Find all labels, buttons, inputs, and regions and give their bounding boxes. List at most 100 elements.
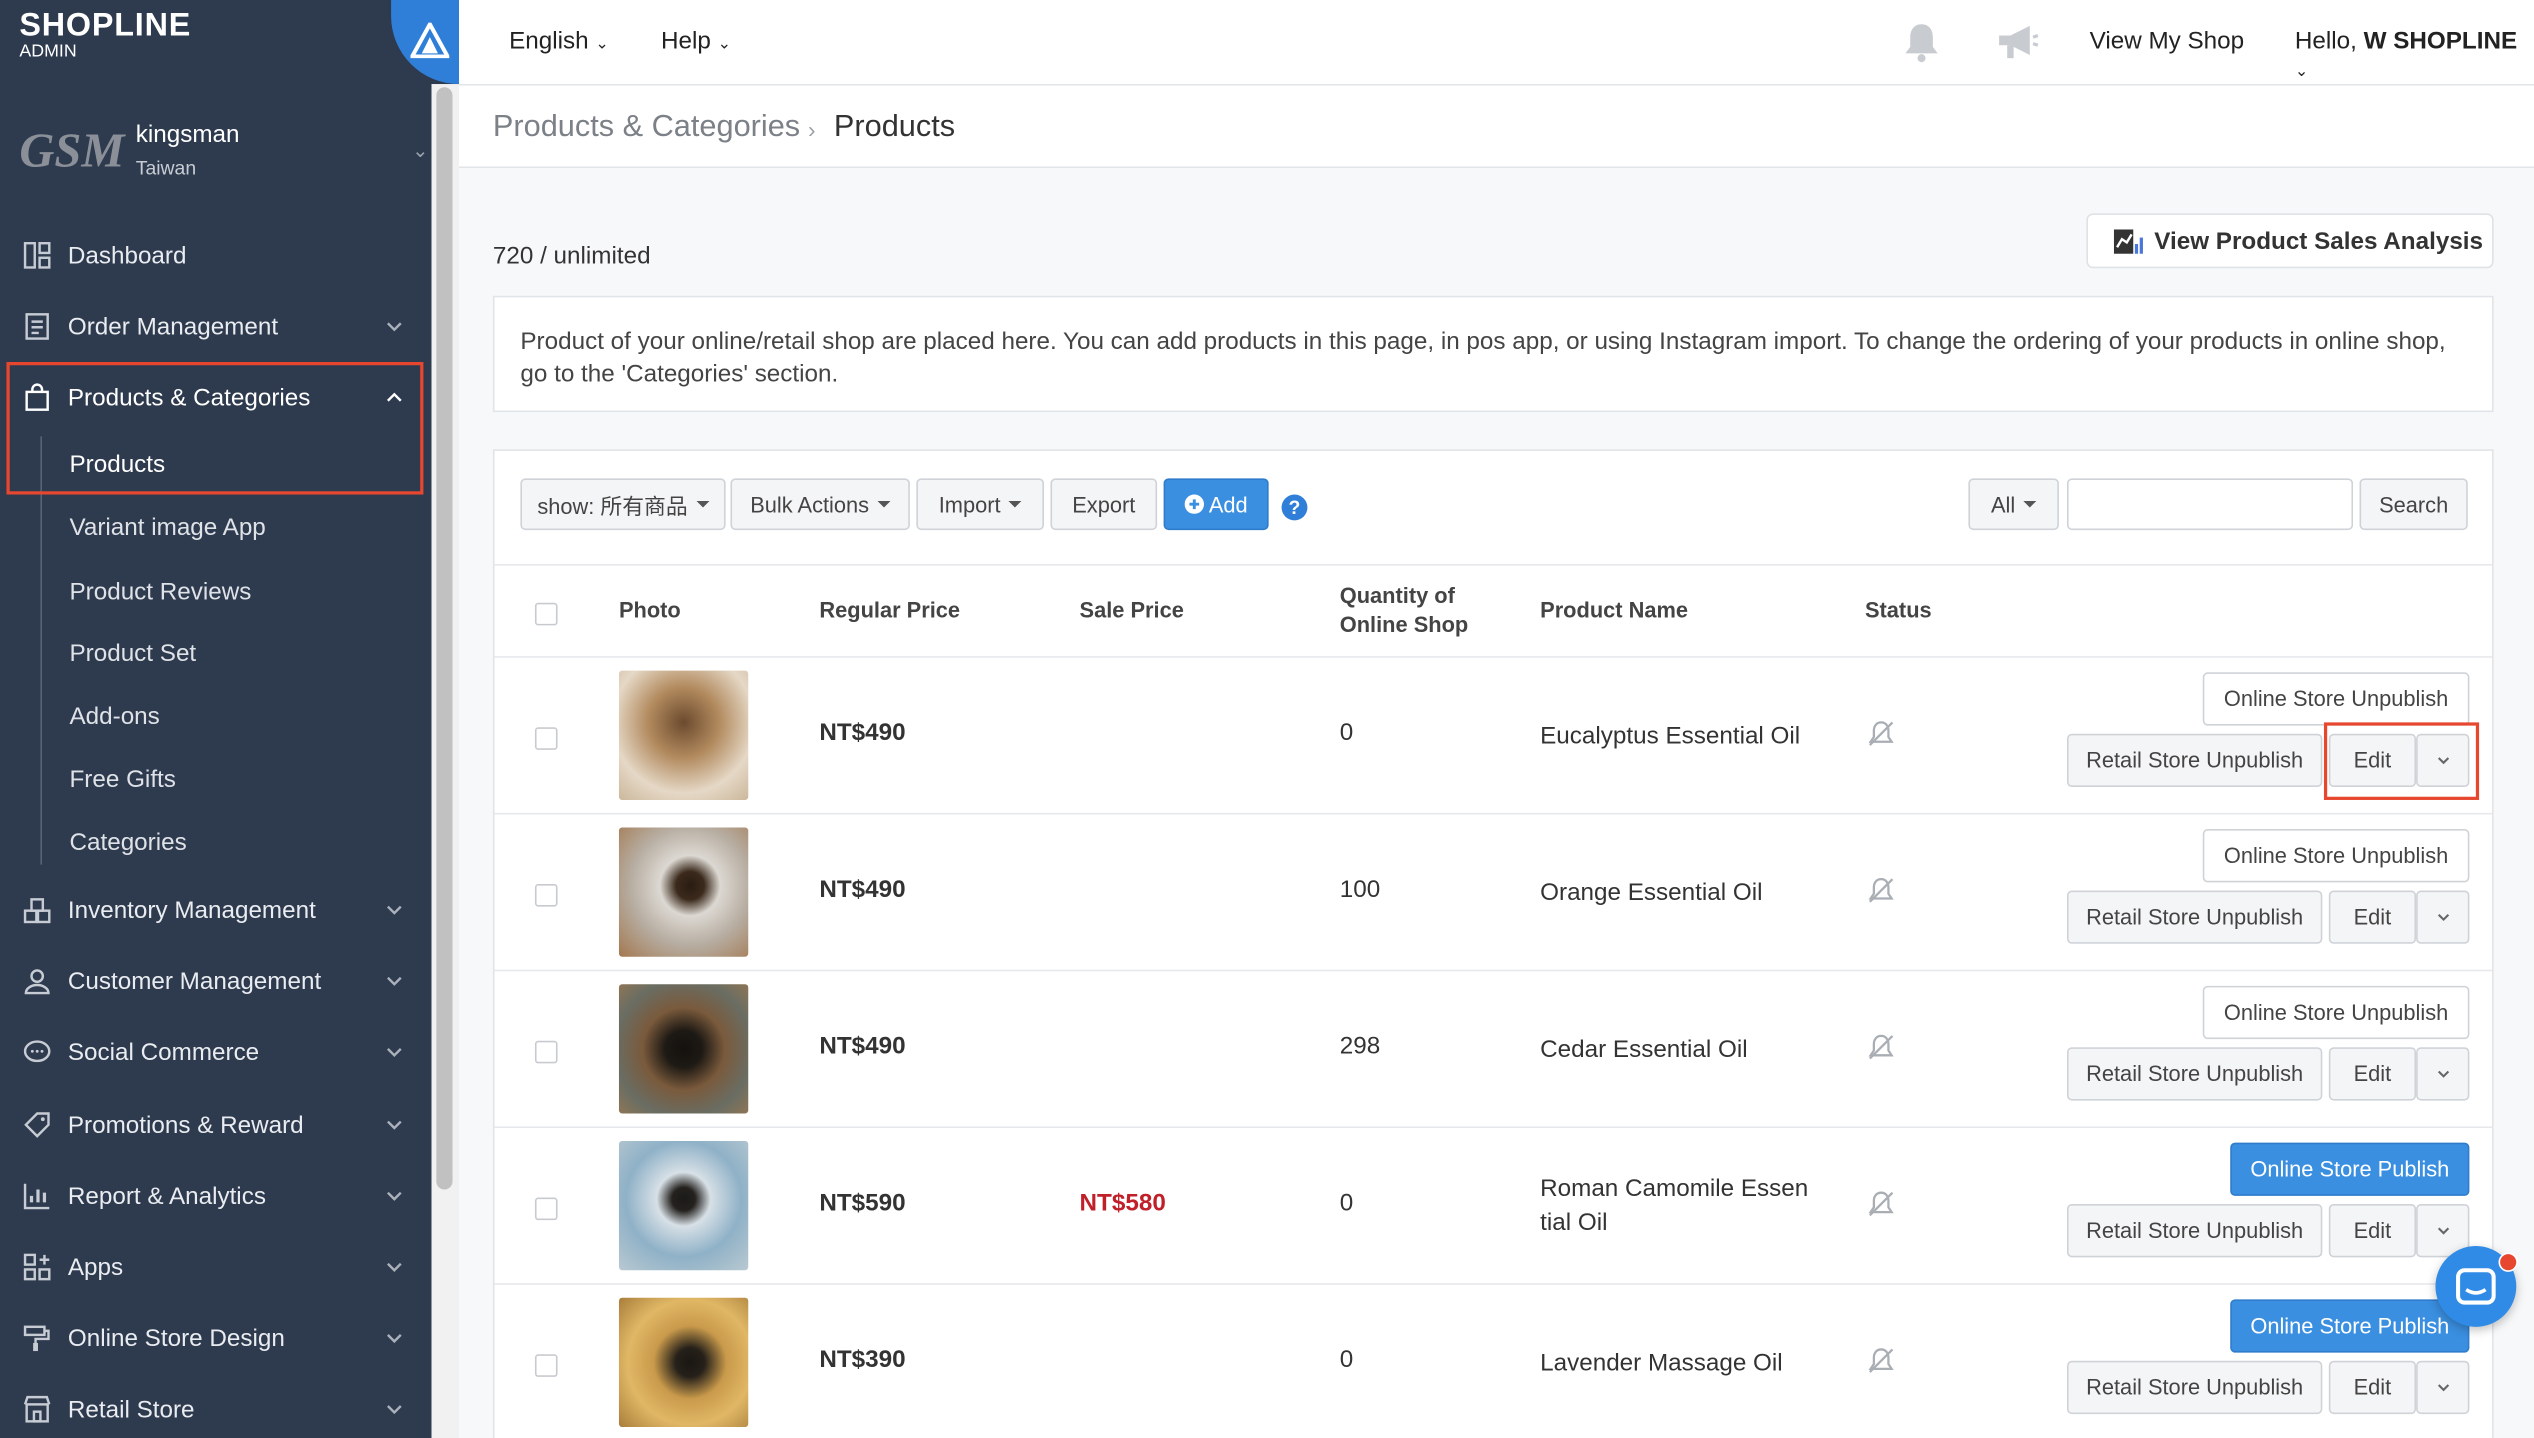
sidebar-item-promotions-reward[interactable]: Promotions & Reward: [0, 1092, 431, 1157]
sidebar-item-report-analytics[interactable]: Report & Analytics: [0, 1164, 431, 1229]
sidebar-subitem-add-ons[interactable]: Add-ons: [69, 703, 159, 730]
product-photo[interactable]: [618, 1140, 749, 1271]
help-dropdown[interactable]: Help ⌄: [661, 27, 731, 54]
sidebar-item-customer-management[interactable]: Customer Management: [0, 949, 431, 1014]
sidebar-item-social-commerce[interactable]: Social Commerce: [0, 1020, 431, 1085]
product-name[interactable]: Roman Camomile Essen tial Oil: [1540, 1172, 1823, 1240]
retail-store-unpublish-button[interactable]: Retail Store Unpublish: [2066, 1203, 2323, 1258]
column-quantity-line2: Online Shop: [1339, 612, 1469, 637]
retail-store-unpublish-button[interactable]: Retail Store Unpublish: [2066, 733, 2323, 788]
sidebar-item-online-store-design[interactable]: Online Store Design: [0, 1306, 431, 1371]
search-scope-dropdown[interactable]: All: [1968, 478, 2059, 531]
account-region: Taiwan: [135, 156, 197, 180]
sidebar-item-label: Dashboard: [67, 241, 187, 270]
row-checkbox[interactable]: [534, 727, 558, 750]
online-store-unpublish-button[interactable]: Online Store Unpublish: [2202, 672, 2470, 726]
breadcrumb-parent[interactable]: Products & Categories: [493, 110, 800, 146]
export-button[interactable]: Export: [1050, 478, 1158, 531]
user-menu[interactable]: Hello, W SHOPLINE ⌄: [2295, 27, 2534, 82]
add-product-button[interactable]: Add: [1163, 478, 1269, 531]
online-store-publish-button[interactable]: Online Store Publish: [2230, 1142, 2470, 1196]
product-photo[interactable]: [618, 984, 749, 1114]
sidebar-scrollbar-thumb[interactable]: [436, 87, 453, 1190]
edit-button[interactable]: Edit: [2328, 1203, 2417, 1258]
product-photo[interactable]: [618, 827, 749, 957]
edit-options-dropdown[interactable]: [2416, 1047, 2470, 1101]
table-header: Photo Regular Price Sale Price Quantity …: [494, 564, 2493, 658]
column-photo: Photo: [618, 597, 681, 623]
view-sales-analysis-label: View Product Sales Analysis: [2154, 227, 2484, 256]
chevron-down-icon[interactable]: ⌄: [412, 139, 428, 162]
view-my-shop-link[interactable]: View My Shop: [2090, 27, 2245, 54]
sidebar-subitem-product-set[interactable]: Product Set: [69, 640, 196, 667]
edit-button[interactable]: Edit: [2328, 890, 2417, 944]
row-checkbox[interactable]: [534, 1197, 558, 1221]
online-store-unpublish-button[interactable]: Online Store Unpublish: [2202, 829, 2470, 883]
sidebar-item-retail-store[interactable]: Retail Store: [0, 1377, 431, 1438]
row-checkbox[interactable]: [534, 884, 558, 907]
sidebar-item-dashboard[interactable]: Dashboard: [0, 223, 431, 288]
show-filter-dropdown[interactable]: show: 所有商品: [520, 478, 726, 531]
page-title: Products: [833, 109, 956, 144]
row-checkbox[interactable]: [534, 1040, 558, 1064]
sidebar-subitem-free-gifts[interactable]: Free Gifts: [69, 766, 175, 793]
product-photo[interactable]: [618, 670, 749, 800]
select-all-checkbox[interactable]: [534, 602, 558, 626]
product-name[interactable]: Lavender Massage Oil: [1540, 1346, 1823, 1380]
retail-store-action-label: Retail Store Unpublish: [2086, 748, 2304, 773]
collapse-sidebar-button[interactable]: [391, 0, 459, 85]
sidebar-item-inventory-management[interactable]: Inventory Management: [0, 878, 431, 943]
online-store-publish-button[interactable]: Online Store Publish: [2230, 1299, 2470, 1353]
edit-options-dropdown[interactable]: [2416, 890, 2470, 944]
sidebar-item-apps[interactable]: Apps: [0, 1235, 431, 1300]
row-checkbox[interactable]: [534, 1354, 558, 1377]
chevron-down-icon: [387, 1120, 402, 1130]
brand-header[interactable]: SHOPLINE ADMIN: [0, 0, 459, 85]
main-content: 720 / unlimited View Product Sales Analy…: [458, 168, 2534, 1438]
retail-store-unpublish-button[interactable]: Retail Store Unpublish: [2066, 890, 2323, 944]
help-label: Help: [660, 27, 711, 55]
table-row: NT$590 NT$580 0 Roman Camomile Essen tia…: [494, 1126, 2493, 1285]
search-input[interactable]: [2066, 478, 2354, 531]
edit-button[interactable]: Edit: [2328, 1360, 2417, 1415]
chevron-down-icon: [2437, 1069, 2449, 1078]
help-icon[interactable]: ?: [1281, 494, 1308, 521]
edit-label: Edit: [2353, 1375, 2392, 1400]
sidebar-item-label: Promotions & Reward: [67, 1111, 304, 1139]
sidebar-subitem-categories[interactable]: Categories: [69, 829, 186, 856]
language-dropdown[interactable]: English ⌄: [509, 27, 609, 54]
sidebar: GSM kingsman Taiwan ⌄ Dashboard Order Ma…: [0, 0, 432, 1438]
bell-icon[interactable]: [1902, 21, 1941, 63]
import-dropdown[interactable]: Import: [916, 478, 1045, 531]
online-store-unpublish-button[interactable]: Online Store Unpublish: [2202, 985, 2470, 1040]
submenu-guide-line: [40, 436, 43, 865]
sidebar-subitem-product-reviews[interactable]: Product Reviews: [69, 579, 251, 606]
retail-store-action-label: Retail Store Unpublish: [2086, 1218, 2304, 1243]
product-name[interactable]: Orange Essential Oil: [1540, 876, 1823, 910]
table-row: NT$390 0 Lavender Massage Oil Online Sto…: [495, 1283, 2492, 1438]
retail-store-unpublish-button[interactable]: Retail Store Unpublish: [2066, 1360, 2323, 1415]
retail-store-unpublish-button[interactable]: Retail Store Unpublish: [2066, 1047, 2323, 1101]
product-count: 720 / unlimited: [492, 242, 651, 270]
edit-label: Edit: [2353, 905, 2392, 930]
paint-roller-icon: [23, 1325, 50, 1352]
caret-down-icon: [1008, 500, 1022, 508]
sidebar-item-order-management[interactable]: Order Management: [0, 294, 431, 359]
bar-chart-icon: [23, 1183, 50, 1210]
edit-options-dropdown[interactable]: [2416, 1360, 2470, 1415]
edit-button[interactable]: Edit: [2328, 1047, 2417, 1101]
product-name[interactable]: Cedar Essential Oil: [1540, 1033, 1823, 1067]
megaphone-icon[interactable]: [1994, 23, 2039, 62]
bulk-actions-dropdown[interactable]: Bulk Actions: [730, 478, 910, 531]
chevron-down-icon: [387, 1405, 402, 1415]
account-switcher[interactable]: GSM kingsman Taiwan ⌄: [0, 97, 431, 210]
search-button[interactable]: Search: [2359, 478, 2468, 531]
info-notice: Product of your online/retail shop are p…: [492, 295, 2494, 413]
highlight-annotation: [6, 362, 424, 495]
view-sales-analysis-button[interactable]: View Product Sales Analysis: [2086, 213, 2494, 269]
chevron-down-icon: [387, 1047, 402, 1058]
product-name[interactable]: Eucalyptus Essential Oil: [1540, 719, 1823, 753]
product-photo[interactable]: [618, 1297, 749, 1428]
sidebar-subitem-variant-image-app[interactable]: Variant image App: [69, 514, 265, 541]
breadcrumb: Products & Categories › Products: [458, 85, 2534, 169]
